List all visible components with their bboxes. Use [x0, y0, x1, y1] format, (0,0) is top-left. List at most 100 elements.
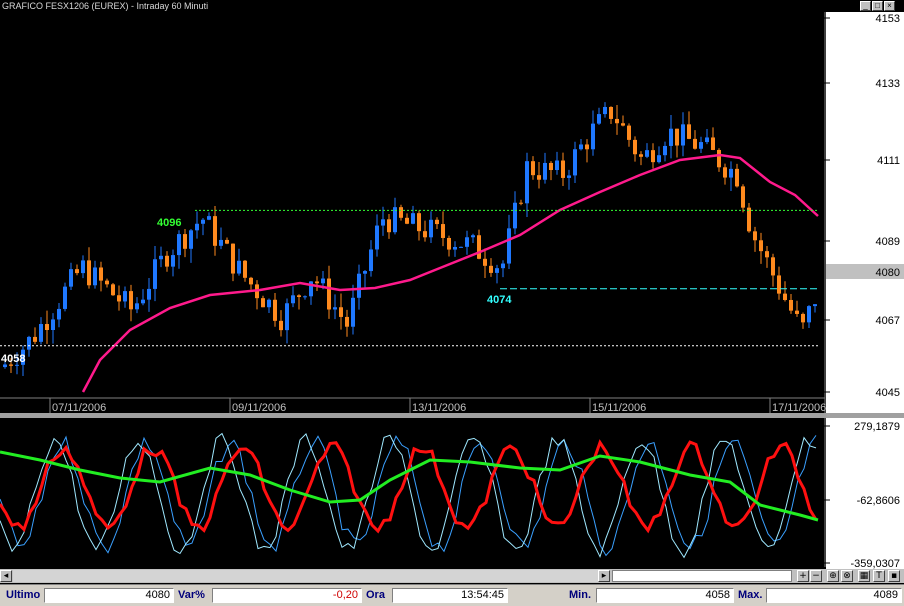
price-tick-label: 4067 [876, 315, 900, 327]
candle-body [111, 284, 115, 296]
candle-body [429, 219, 433, 238]
candle-body [537, 175, 541, 180]
candle-body [579, 144, 583, 150]
minimize-icon[interactable]: _ [860, 1, 871, 11]
var-percent-label: Var% [178, 589, 205, 601]
level-4074-label: 4074 [487, 294, 512, 306]
candle-body [519, 202, 523, 204]
candle-body [261, 298, 265, 308]
time-label: Ora [366, 589, 385, 601]
candle-body [393, 207, 397, 233]
candle-body [765, 251, 769, 258]
quote-statusbar: Ultimo 4080 Var% -0,20 Ora 13:54:45 Min.… [0, 584, 904, 606]
current-price-label: 4080 [876, 267, 900, 279]
candle-body [591, 123, 595, 150]
candle-body [639, 154, 643, 157]
candle-body [417, 213, 421, 232]
candle-body [465, 237, 469, 247]
candle-body [663, 145, 667, 156]
candle-body [207, 216, 211, 220]
scroll-thumb[interactable] [612, 570, 792, 582]
candle-body [795, 310, 799, 314]
candle-body [435, 219, 439, 225]
candle-body [603, 106, 607, 115]
date-tick-label: 17/11/2006 [772, 402, 826, 414]
scroll-track[interactable] [13, 570, 608, 582]
candle-body [303, 296, 307, 298]
zoom-in-button[interactable]: + [797, 570, 809, 582]
candle-body [405, 217, 409, 224]
candle-body [585, 144, 589, 150]
candle-body [123, 291, 127, 302]
candle-body [597, 114, 601, 124]
candle-body [609, 106, 613, 119]
candle-body [387, 219, 391, 233]
candle-body [789, 299, 793, 311]
candle-body [45, 324, 49, 331]
zoom-out-button[interactable]: − [810, 570, 822, 582]
candle-body [189, 230, 193, 249]
osc-tick-label: -359,0307 [850, 558, 900, 569]
chart-background [0, 0, 904, 569]
candle-body [399, 207, 403, 218]
candle-body [543, 162, 547, 180]
candle-body [87, 260, 91, 286]
crosshair-icon[interactable]: ⊕ [827, 570, 839, 582]
chart-gridlines [0, 0, 904, 569]
price-tick-label: 4133 [876, 78, 900, 90]
cancel-tool-icon[interactable]: ⊗ [841, 570, 853, 582]
candle-body [459, 246, 463, 248]
candle-body [237, 260, 241, 274]
candle-body [801, 313, 805, 323]
candle-body [219, 239, 223, 246]
chart-horizontal-scrollbar[interactable]: ◂ ▸ + − ⊕ ⊗ ▦ T ▪ [0, 569, 904, 583]
candle-body [345, 316, 349, 327]
candle-body [291, 295, 295, 304]
close-icon[interactable]: × [884, 1, 895, 11]
scroll-left-icon[interactable]: ◂ [0, 570, 12, 582]
candle-body [489, 265, 493, 273]
candle-body [63, 286, 67, 309]
candle-body [27, 336, 31, 350]
date-tick-label: 13/11/2006 [412, 402, 466, 414]
candle-body [129, 291, 133, 310]
candle-body [753, 231, 757, 241]
price-tick-label: 4153 [876, 13, 900, 25]
maximize-icon[interactable]: □ [872, 1, 883, 11]
candle-body [813, 304, 817, 307]
last-price-label: Ultimo [6, 589, 41, 601]
min-label: Min. [569, 589, 591, 601]
text-tool-icon[interactable]: T [873, 570, 885, 582]
candle-body [57, 308, 61, 320]
candle-body [105, 280, 109, 285]
chart-canvas[interactable]: 4096 4058 4074 4153 4133 4111 4089 4067 4045 408… [0, 0, 904, 569]
candle-body [447, 237, 451, 250]
candle-body [381, 219, 385, 226]
window-titlebar: GRAFICO FESX1206 (EUREX) - Intraday 60 M… [0, 0, 904, 12]
candle-body [723, 167, 727, 178]
candle-body [549, 162, 553, 171]
candle-body [699, 142, 703, 149]
candle-body [279, 320, 283, 331]
candle-body [273, 299, 277, 321]
candle-body [117, 295, 121, 302]
candle-body [483, 258, 487, 266]
price-tick-label: 4089 [876, 236, 900, 248]
candle-body [453, 246, 457, 250]
candle-body [651, 150, 655, 163]
candle-body [561, 160, 565, 178]
candle-body [171, 255, 175, 267]
candle-body [645, 150, 649, 157]
candle-body [339, 307, 343, 317]
candle-body [99, 267, 103, 281]
candle-body [771, 257, 775, 276]
candle-body [333, 307, 337, 310]
table-view-icon[interactable]: ▦ [858, 570, 870, 582]
chart-settings-icon[interactable]: ▪ [888, 570, 900, 582]
candle-body [717, 149, 721, 168]
candle-body [783, 293, 787, 300]
candle-body [807, 306, 811, 323]
candle-body [93, 267, 97, 286]
candle-body [327, 278, 331, 310]
scroll-right-icon[interactable]: ▸ [598, 570, 610, 582]
